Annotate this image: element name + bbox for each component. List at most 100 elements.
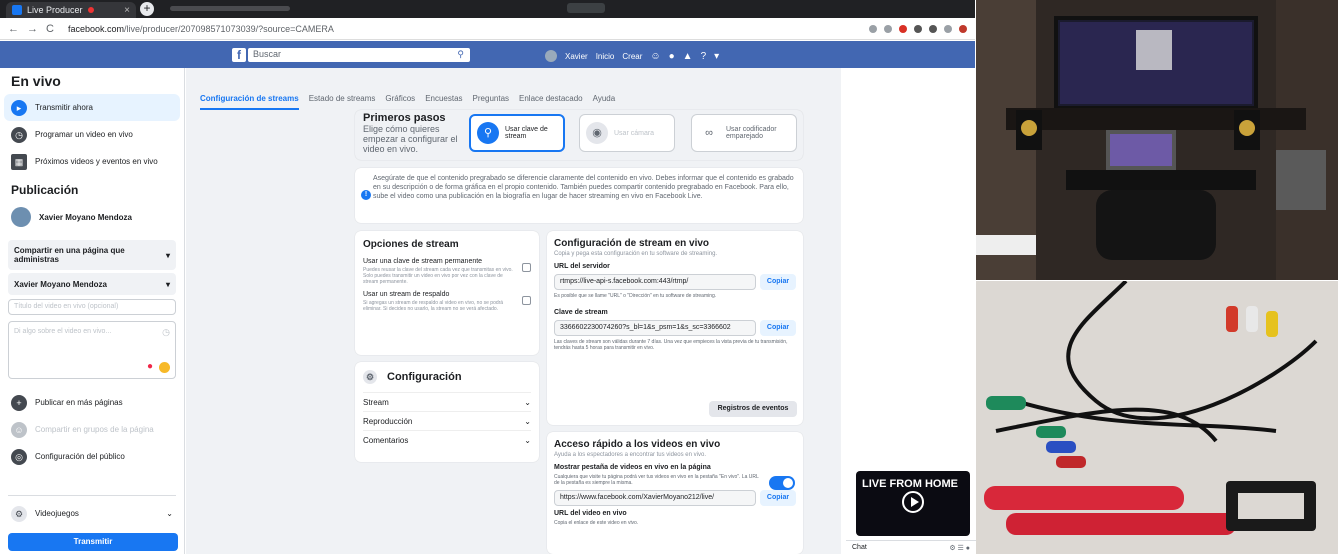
tab-stream-health[interactable]: Estado de streams <box>309 88 376 110</box>
server-url-field[interactable]: rtmps://live-api-s.facebook.com:443/rtmp… <box>554 274 756 290</box>
location-pin-icon[interactable]: ● <box>147 361 153 372</box>
user-name[interactable]: Xavier <box>565 52 588 61</box>
user-avatar[interactable] <box>545 50 557 62</box>
new-tab-icon[interactable]: + <box>140 2 154 16</box>
gear-icon: ⚙ <box>363 370 377 384</box>
cables-tripod-photo <box>976 281 1338 554</box>
copy-live-tab-url-button[interactable]: Copiar <box>760 490 796 506</box>
accordion-stream[interactable]: Stream ⌄ <box>363 392 531 411</box>
option-persistent-key: Usar una clave de stream permanente Pued… <box>363 258 531 285</box>
star-icon[interactable] <box>884 24 892 33</box>
video-url-desc: Copia el enlace de este video en vivo. <box>554 520 639 526</box>
chat-bar[interactable]: Chat ⚙ ☰ ● <box>846 540 976 554</box>
forward-icon[interactable]: → <box>27 23 38 35</box>
preview-title: LIVE FROM HOME <box>862 478 958 490</box>
first-steps-title: Primeros pasos <box>363 112 446 124</box>
games-select[interactable]: ⚙ Videojuegos ⌄ <box>0 500 184 527</box>
emoji-icon[interactable] <box>159 362 170 373</box>
accordion-comments[interactable]: Comentarios ⌄ <box>363 430 531 449</box>
stream-key-field[interactable]: 3366602230074260?s_bl=1&s_psm=1&s_sc=336… <box>554 320 756 336</box>
browser-tab[interactable]: Live Producer × <box>6 2 136 18</box>
live-stream-config-card: Configuración de stream en vivo Copia y … <box>547 231 803 425</box>
description-textarea[interactable]: Di algo sobre el video en vivo... ◷ ● <box>8 321 176 379</box>
live-config-title: Configuración de stream en vivo <box>554 238 710 249</box>
camera-icon: ◉ <box>586 122 608 144</box>
profile-row: Xavier Moyano Mendoza <box>0 203 184 237</box>
persistent-key-checkbox[interactable] <box>522 263 531 272</box>
search-input[interactable]: Buscar ⚲ <box>248 48 470 62</box>
tab-help[interactable]: Ayuda <box>593 88 616 110</box>
stream-preview[interactable]: LIVE FROM HOME <box>856 471 970 536</box>
live-tab-toggle[interactable] <box>769 476 795 490</box>
chevron-down-icon[interactable]: ▾ <box>714 51 719 62</box>
option-camera[interactable]: ◉ Usar cámara <box>579 114 675 152</box>
event-logs-button[interactable]: Registros de eventos <box>709 401 797 417</box>
live-tab-desc: Cualquiera que visite tu página podrá ve… <box>554 474 759 486</box>
extension-icon[interactable] <box>929 24 937 33</box>
help-icon[interactable]: ? <box>701 51 707 62</box>
profile-icon[interactable] <box>959 24 967 33</box>
sidebar-item-schedule[interactable]: ◷ Programar un video en vivo <box>0 121 184 148</box>
nav-home[interactable]: Inicio <box>596 52 615 61</box>
copy-server-url-button[interactable]: Copiar <box>760 274 796 290</box>
page-select[interactable]: Xavier Moyano Mendoza ▾ <box>8 273 176 295</box>
extension-icon[interactable] <box>869 24 877 33</box>
window-controls[interactable] <box>567 3 605 13</box>
studio-illustration <box>976 0 1338 280</box>
divider <box>8 470 176 496</box>
recording-icon <box>87 7 94 13</box>
live-config-subtitle: Copia y pega esta configuración en tu so… <box>554 251 718 257</box>
link-icon: ∞ <box>698 122 720 144</box>
camera-icon: ▸ <box>11 99 27 116</box>
messenger-icon[interactable]: ● <box>669 51 675 62</box>
extension-icon[interactable] <box>944 24 952 33</box>
tab-featured-link[interactable]: Enlace destacado <box>519 88 583 110</box>
extension-icon[interactable] <box>899 24 907 33</box>
prerecorded-notice: ! Asegúrate de que el contenido pregraba… <box>355 168 803 223</box>
sidebar-item-upcoming[interactable]: ▦ Próximos videos y eventos en vivo <box>0 148 184 175</box>
transmit-button[interactable]: Transmitir <box>8 533 178 551</box>
friends-icon[interactable]: ☺ <box>650 51 660 62</box>
globe-icon: ◎ <box>11 448 27 465</box>
share-destination-select[interactable]: Compartir en una página que administras … <box>8 240 176 270</box>
share-in-groups: ☺ Compartir en grupos de la página <box>0 416 184 443</box>
calendar-icon: ▦ <box>11 153 27 170</box>
quick-access-card: Acceso rápido a los videos en vivo Ayuda… <box>547 432 803 554</box>
extensions-bar[interactable] <box>869 24 967 33</box>
option-paired-encoder[interactable]: ∞ Usar codificador emparejado <box>691 114 797 152</box>
nav-create[interactable]: Crear <box>622 52 642 61</box>
quick-access-title: Acceso rápido a los videos en vivo <box>554 439 721 450</box>
close-tab-icon[interactable]: × <box>124 5 130 16</box>
url-field[interactable]: facebook.com/live/producer/2070985710730… <box>68 24 334 34</box>
backup-stream-checkbox[interactable] <box>522 296 531 305</box>
publish-more-pages[interactable]: + Publicar en más páginas <box>0 389 184 416</box>
option-stream-key[interactable]: ⚲ Usar clave de stream <box>469 114 565 152</box>
server-url-label: URL del servidor <box>554 263 610 270</box>
tab-polls[interactable]: Encuestas <box>425 88 462 110</box>
live-tab-url-row: https://www.facebook.com/XavierMoyano212… <box>554 490 796 506</box>
copy-stream-key-button[interactable]: Copiar <box>760 320 796 336</box>
audience-settings[interactable]: ◎ Configuración del público <box>0 443 184 470</box>
tab-questions[interactable]: Preguntas <box>473 88 509 110</box>
reload-icon[interactable]: C <box>46 23 54 35</box>
extension-icon[interactable] <box>914 24 922 33</box>
live-producer-sidebar: En vivo ▸ Transmitir ahora ◷ Programar u… <box>0 68 185 554</box>
video-title-input[interactable]: Título del video en vivo (opcional) <box>8 299 176 315</box>
chat-tools-icon[interactable]: ⚙ ☰ ● <box>949 544 970 552</box>
chevron-down-icon: ⌄ <box>524 417 531 426</box>
publication-heading: Publicación <box>11 183 79 197</box>
tab-stream-setup[interactable]: Configuración de streams <box>200 88 299 110</box>
quick-access-subtitle: Ayuda a los espectadores a encontrar tus… <box>554 452 706 458</box>
play-icon[interactable] <box>902 491 924 513</box>
avatar <box>11 207 31 227</box>
accordion-playback[interactable]: Reproducción ⌄ <box>363 411 531 430</box>
notifications-icon[interactable]: ▲ <box>683 51 693 62</box>
live-tab-url-field[interactable]: https://www.facebook.com/XavierMoyano212… <box>554 490 756 506</box>
search-icon[interactable]: ⚲ <box>457 49 464 60</box>
back-icon[interactable]: ← <box>8 23 19 35</box>
tab-graphics[interactable]: Gráficos <box>385 88 415 110</box>
facebook-logo-icon[interactable]: f <box>232 48 246 62</box>
address-bar-row: ← → C facebook.com/live/producer/2070985… <box>0 18 975 40</box>
sidebar-item-transmit-now[interactable]: ▸ Transmitir ahora <box>4 94 180 121</box>
clock-icon: ◷ <box>162 327 170 337</box>
